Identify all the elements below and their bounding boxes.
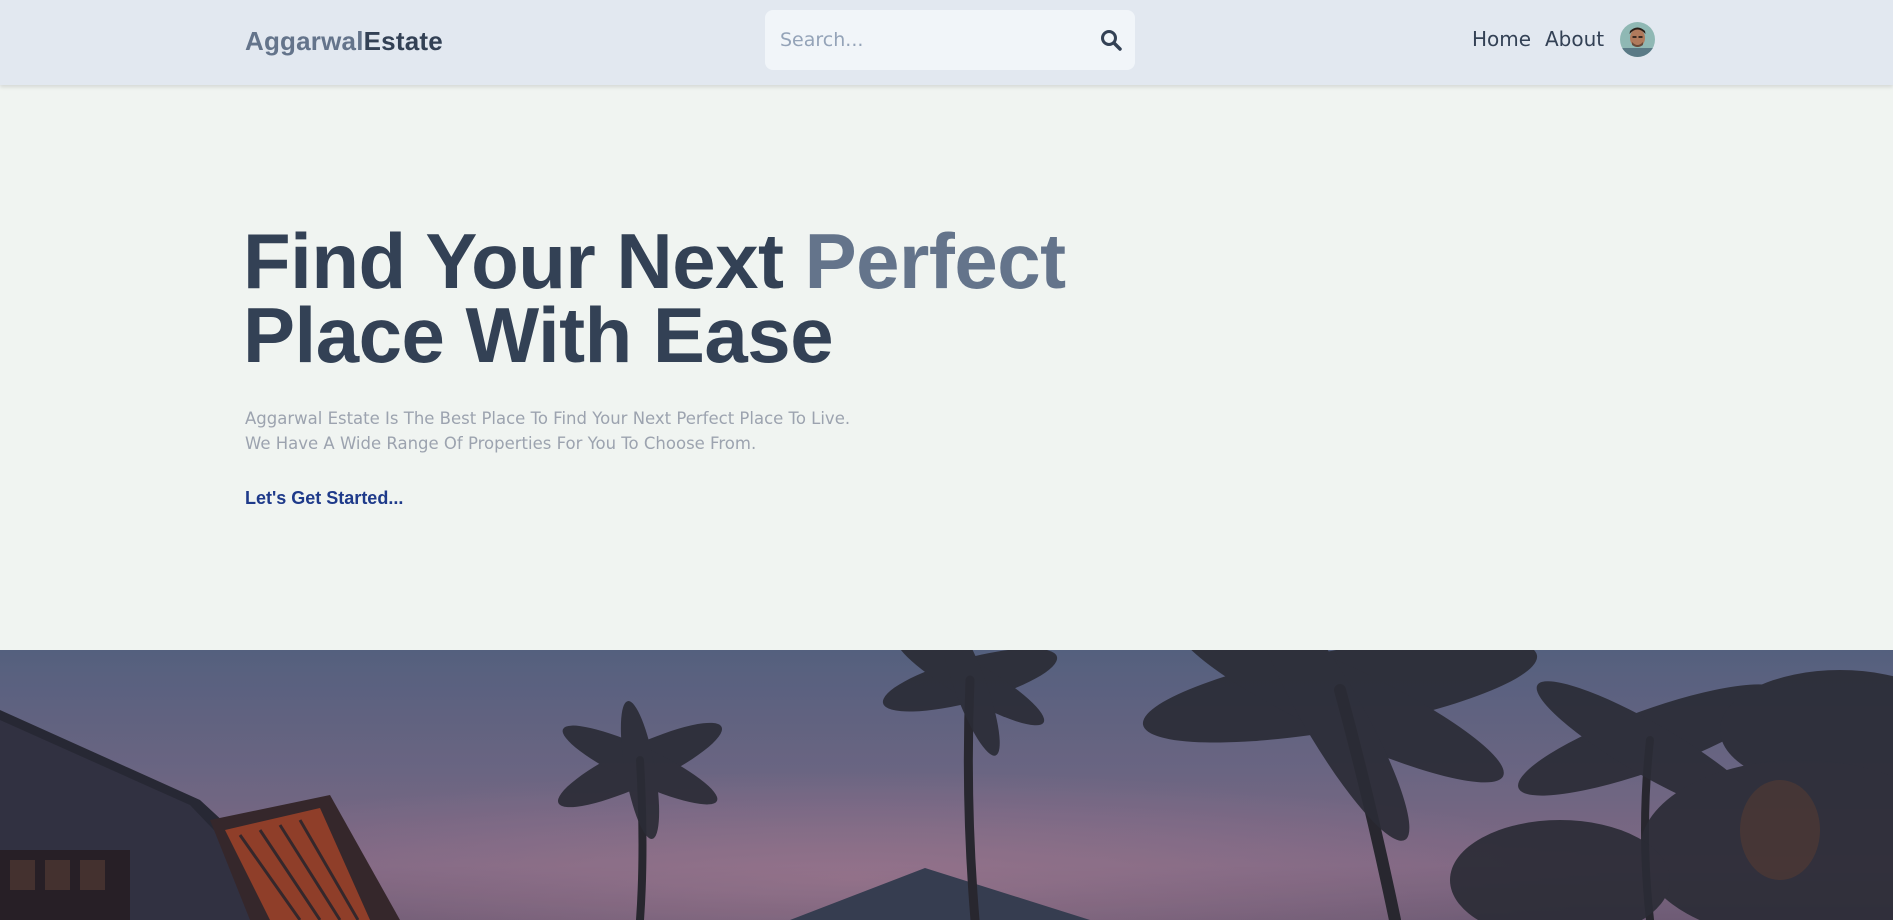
nav-about-link[interactable]: About: [1545, 27, 1604, 51]
hero-title: Find Your Next Perfect Place With Ease: [243, 222, 1143, 374]
hero-subtitle-line1: Aggarwal Estate Is The Best Place To Fin…: [245, 409, 851, 428]
search-icon[interactable]: [1099, 28, 1123, 52]
site-header: AggarwalEstate Home About: [0, 0, 1893, 85]
user-avatar[interactable]: [1620, 22, 1655, 57]
search-input[interactable]: [780, 10, 1080, 70]
search-bar: [765, 10, 1135, 70]
hero-title-part2: Place With Ease: [243, 291, 834, 379]
hero-subtitle-line2: We Have A Wide Range Of Properties For Y…: [245, 434, 757, 453]
logo-part-estate: Estate: [363, 26, 443, 56]
hero-title-accent: Perfect: [804, 217, 1066, 305]
hero-subtitle: Aggarwal Estate Is The Best Place To Fin…: [245, 406, 945, 456]
nav-home-link[interactable]: Home: [1472, 27, 1531, 51]
get-started-link[interactable]: Let's Get Started...: [245, 488, 403, 509]
logo-part-aggarwal: Aggarwal: [245, 26, 364, 56]
hero-image: [0, 650, 1893, 920]
site-logo[interactable]: AggarwalEstate: [245, 26, 443, 57]
